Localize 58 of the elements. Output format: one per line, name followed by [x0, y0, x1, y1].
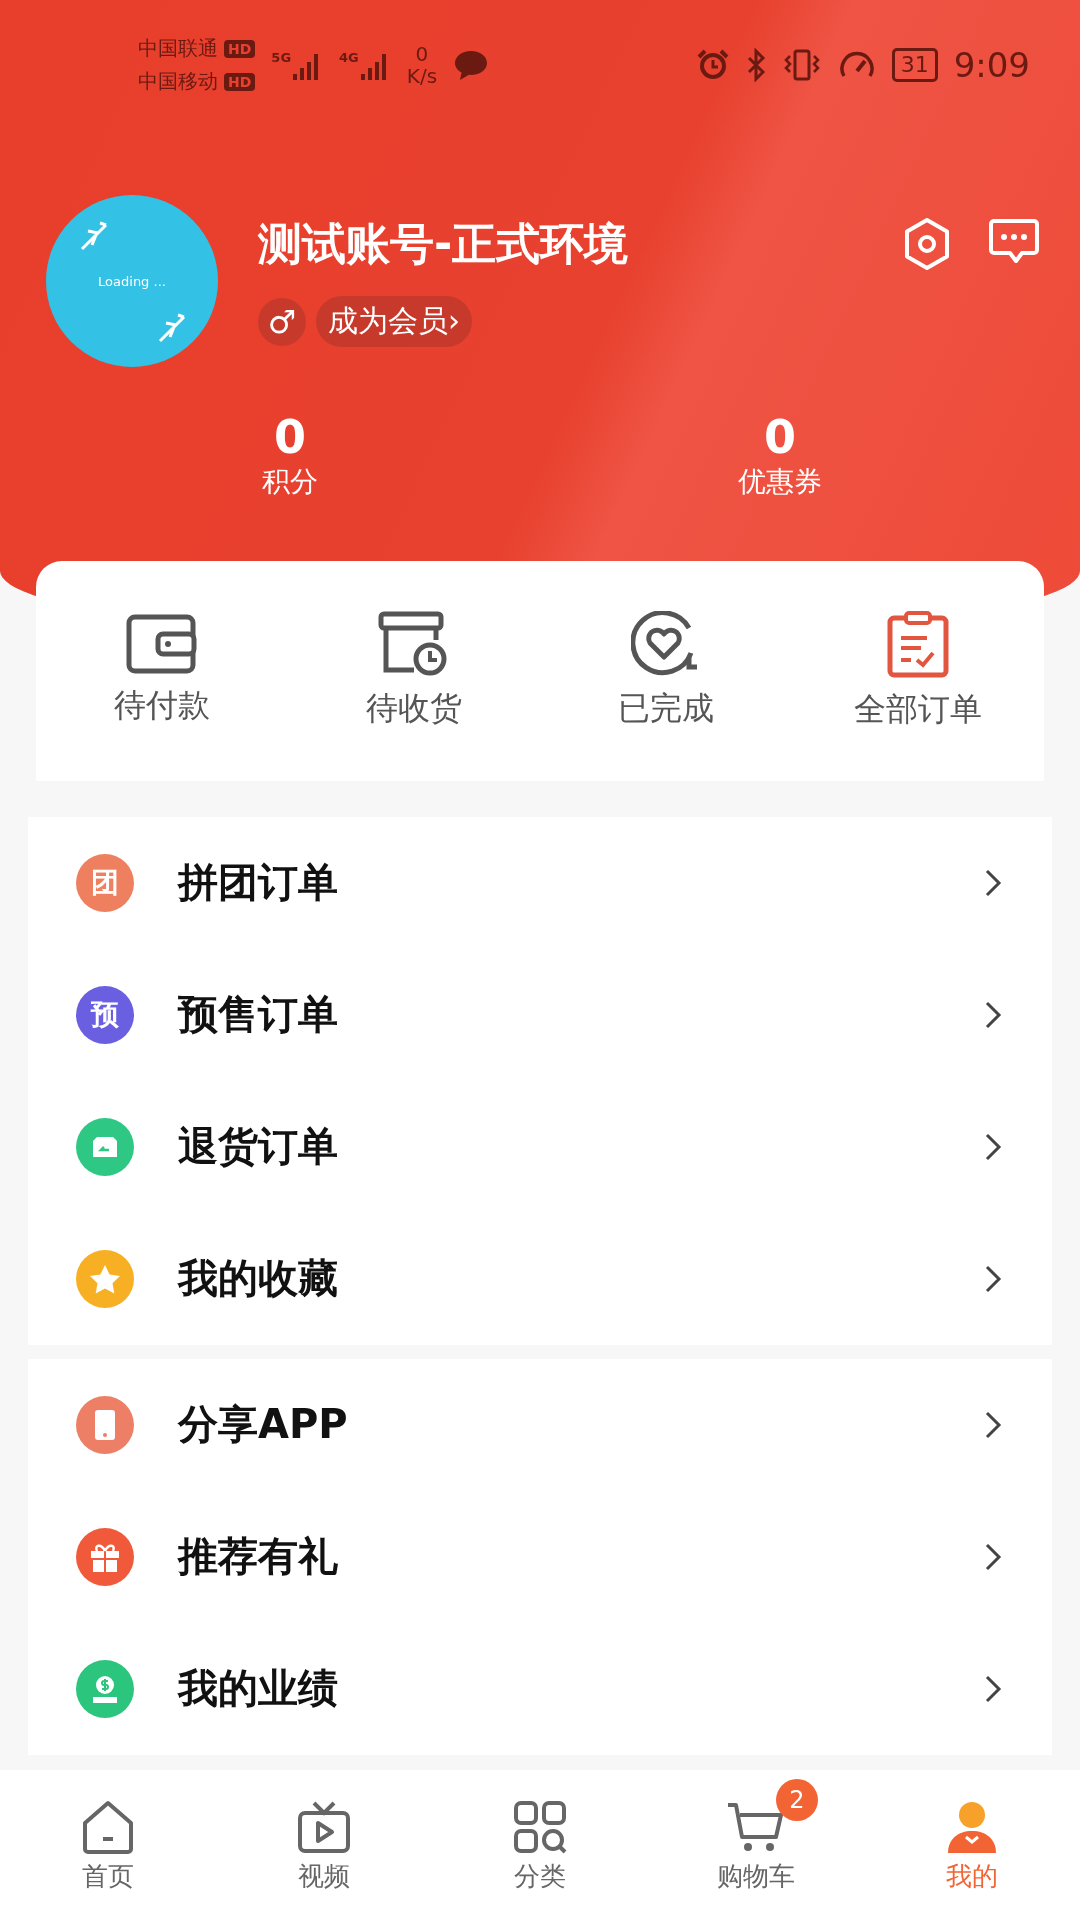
menu-item-label: 退货订单	[178, 1122, 339, 1172]
stat-label[interactable]: 优惠券	[738, 462, 822, 501]
cart-count-badge: 2	[776, 1778, 818, 1821]
menu-icon-glyph: 团	[91, 864, 119, 901]
order-label[interactable]: 已完成	[618, 686, 714, 731]
member-link[interactable]: 成为会员›	[316, 296, 472, 347]
stat-value[interactable]: 0	[274, 412, 306, 463]
chevron-right-icon	[984, 1409, 1002, 1440]
tab[interactable]: 分类	[432, 1770, 648, 1920]
chevron-right-icon	[984, 1263, 1002, 1294]
speed-value: 0	[415, 43, 429, 65]
hd-badge: HD	[224, 72, 256, 91]
battery-percent: 31	[900, 52, 929, 77]
chevron-right-icon	[984, 999, 1002, 1030]
alarm-icon	[695, 48, 730, 82]
menu-item[interactable]: 推荐有礼	[28, 1490, 1052, 1623]
gender-badge: ♂	[258, 297, 306, 346]
chat-bubble-icon	[453, 49, 490, 81]
menu-item[interactable]: 分享APP	[28, 1358, 1052, 1491]
avatar-loading-text: Loading ...	[98, 273, 166, 289]
chevron-right-icon	[984, 867, 1002, 898]
menu-item[interactable]: 退货订单	[28, 1080, 1052, 1213]
settings-icon[interactable]	[902, 217, 952, 271]
network-type: 5G	[271, 50, 292, 65]
carrier-name: 中国联通	[138, 35, 218, 62]
home-icon	[80, 1798, 136, 1855]
network-type: 4G	[339, 50, 359, 65]
chevron-right-icon	[984, 1541, 1002, 1572]
tab[interactable]: 2 购物车	[648, 1770, 864, 1920]
carrier-name: 中国移动	[138, 68, 218, 95]
bluetooth-icon	[745, 48, 766, 82]
speed-unit: K/s	[406, 65, 438, 87]
menu-item[interactable]: 我的业绩	[28, 1622, 1052, 1755]
menu-item-label: 推荐有礼	[178, 1532, 339, 1582]
menu-item-label: 预售订单	[178, 990, 339, 1040]
stat-label[interactable]: 积分	[262, 462, 318, 501]
menu-icon-glyph: 预	[91, 996, 119, 1033]
menu-item-label: 分享APP	[178, 1400, 349, 1450]
chevron-right-icon	[984, 1131, 1002, 1162]
menu-item-label: 我的业绩	[178, 1664, 339, 1714]
stat-value[interactable]: 0	[764, 412, 796, 463]
menu-item[interactable]: 团 拼团订单	[28, 816, 1052, 949]
chevron-right-icon	[984, 1673, 1002, 1704]
category-grid-icon	[512, 1798, 568, 1855]
status-time: 9:09	[953, 45, 1030, 85]
menu-item[interactable]: 我的收藏	[28, 1212, 1052, 1345]
order-label[interactable]: 全部订单	[854, 687, 982, 732]
order-label[interactable]: 待付款	[114, 683, 210, 728]
menu-item-label: 拼团订单	[178, 858, 339, 908]
tab[interactable]: 视频	[216, 1770, 432, 1920]
user-name: 测试账号-正式环境	[258, 217, 630, 271]
menu-item[interactable]: 预 预售订单	[28, 948, 1052, 1081]
clipboard-icon[interactable]	[887, 609, 949, 678]
order-label[interactable]: 待收货	[366, 686, 462, 731]
wallet-icon[interactable]	[126, 613, 198, 674]
tab[interactable]: 首页	[0, 1770, 216, 1920]
menu-item-label: 我的收藏	[178, 1254, 339, 1304]
hd-badge: HD	[224, 39, 256, 58]
